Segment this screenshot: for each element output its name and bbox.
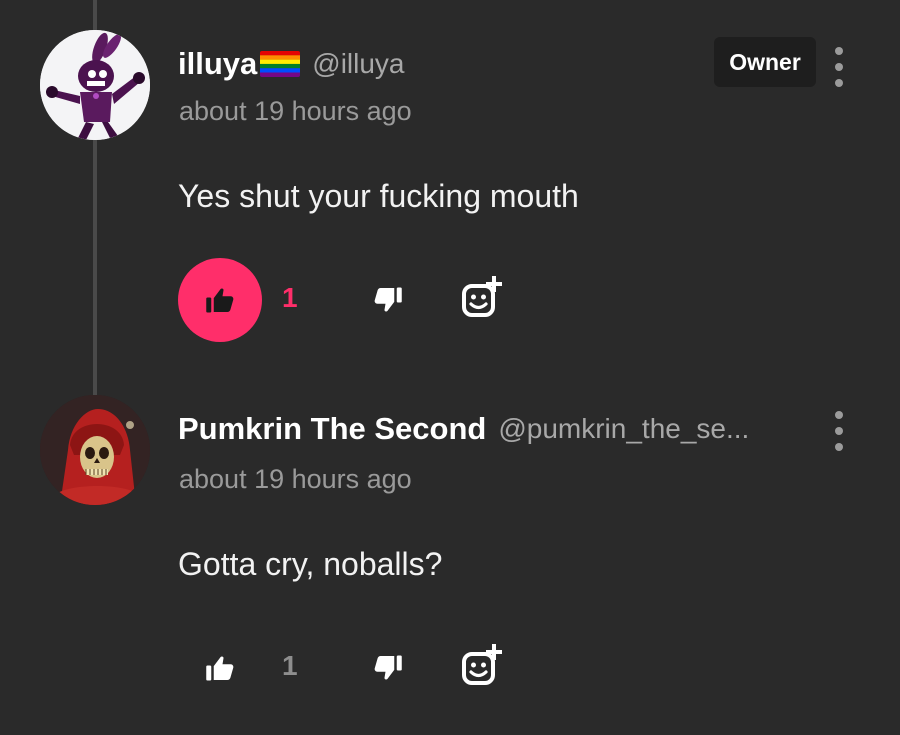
author-name[interactable]: Pumkrin The Second (178, 411, 486, 447)
like-button[interactable] (178, 626, 262, 710)
avatar[interactable] (40, 395, 150, 505)
like-count: 1 (282, 650, 298, 681)
avatar[interactable] (40, 30, 150, 140)
like-count: 1 (282, 282, 298, 313)
author-row: illuya @illuya (178, 44, 405, 84)
add-reaction-button[interactable] (460, 642, 504, 690)
comment-timestamp: about 19 hours ago (179, 96, 412, 126)
comment-item: illuya @illuya about 19 hours ago Owner … (0, 0, 900, 395)
add-emoji-icon (462, 276, 502, 317)
add-emoji-icon (462, 644, 502, 685)
author-row: Pumkrin The Second @pumkrin_the_se... (178, 409, 749, 449)
more-options-button[interactable] (828, 411, 850, 451)
owner-badge: Owner (714, 37, 816, 87)
comment-text: Yes shut your fucking mouth (178, 178, 579, 214)
rainbow-flag-icon (260, 51, 301, 77)
comment-item: Pumkrin The Second @pumkrin_the_se... ab… (0, 395, 900, 735)
comment-actions: 1 (178, 258, 598, 342)
more-vertical-icon (835, 411, 843, 419)
author-name[interactable]: illuya (178, 46, 257, 82)
add-reaction-button[interactable] (460, 274, 504, 322)
like-button[interactable] (178, 258, 262, 342)
avatar-image (40, 395, 150, 505)
more-options-button[interactable] (828, 47, 850, 87)
avatar-image (40, 30, 150, 140)
comment-timestamp: about 19 hours ago (179, 464, 412, 494)
thumbs-down-icon (374, 655, 402, 680)
dislike-button[interactable] (368, 280, 408, 320)
more-vertical-icon (835, 47, 843, 55)
author-handle[interactable]: @pumkrin_the_se... (498, 413, 749, 445)
comment-text: Gotta cry, noballs? (178, 546, 443, 582)
comment-actions: 1 (178, 626, 598, 710)
thumbs-up-icon (206, 288, 234, 313)
author-handle[interactable]: @illuya (312, 48, 404, 80)
thumbs-up-icon (206, 656, 234, 681)
thumbs-down-icon (374, 287, 402, 312)
dislike-button[interactable] (368, 648, 408, 688)
